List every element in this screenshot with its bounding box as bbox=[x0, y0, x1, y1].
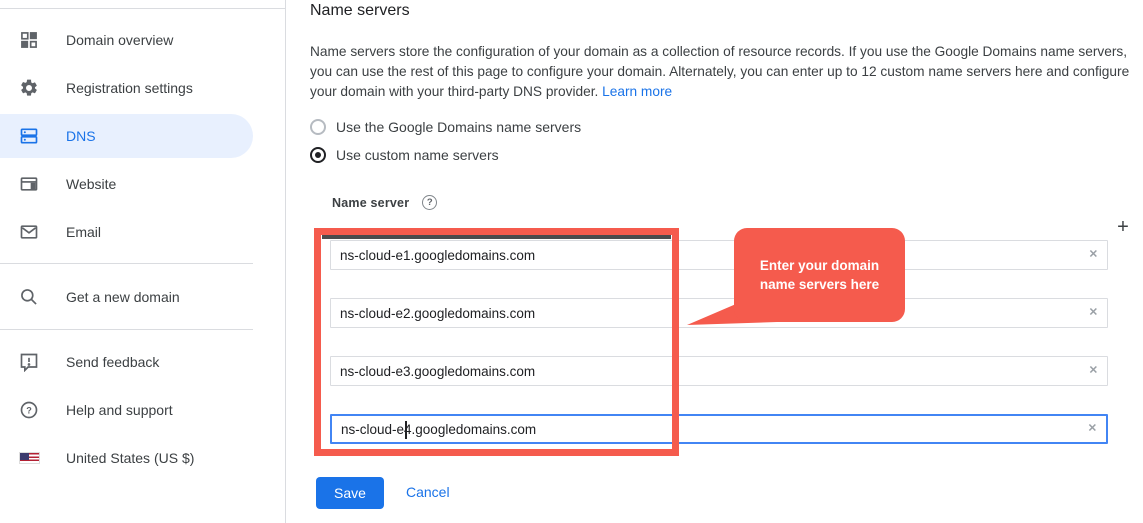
sidebar-item-label: United States (US $) bbox=[66, 450, 194, 466]
domain-overview-icon bbox=[18, 29, 40, 51]
sidebar-nav: Domain overview Registration settings DNS W… bbox=[0, 0, 285, 523]
sidebar-item-registration-settings[interactable]: Registration settings bbox=[0, 66, 285, 110]
radio-google-name-servers[interactable]: Use the Google Domains name servers bbox=[310, 119, 581, 135]
radio-custom-name-servers[interactable]: Use custom name servers bbox=[310, 147, 499, 163]
dns-servers-icon bbox=[18, 125, 40, 147]
sidebar-top-divider bbox=[0, 8, 285, 9]
sidebar-divider bbox=[0, 263, 253, 264]
add-name-server-button[interactable]: + bbox=[1112, 215, 1134, 239]
page-title: Name servers bbox=[310, 2, 410, 20]
feedback-icon bbox=[18, 351, 40, 373]
save-button[interactable]: Save bbox=[316, 477, 384, 509]
name-server-input-3[interactable]: ns-cloud-e3.googledomains.com ✕ bbox=[330, 356, 1108, 386]
radio-circle-icon[interactable] bbox=[310, 119, 326, 135]
sidebar-item-label: Registration settings bbox=[66, 80, 193, 96]
clear-input-icon[interactable]: ✕ bbox=[1089, 250, 1098, 261]
main-content: Name servers Name servers store the conf… bbox=[286, 0, 1143, 523]
sidebar-divider bbox=[0, 329, 253, 330]
website-icon bbox=[18, 173, 40, 195]
name-server-input-1[interactable]: ns-cloud-e1.googledomains.com ✕ bbox=[330, 240, 1108, 270]
clear-input-icon[interactable]: ✕ bbox=[1089, 308, 1098, 319]
sidebar-item-send-feedback[interactable]: Send feedback bbox=[0, 340, 285, 384]
svg-text:?: ? bbox=[26, 405, 32, 415]
sidebar-item-label: DNS bbox=[66, 128, 96, 144]
sidebar-item-united-states-us-[interactable]: United States (US $) bbox=[0, 436, 285, 480]
sidebar-item-label: Domain overview bbox=[66, 32, 173, 48]
help-icon: ? bbox=[18, 399, 40, 421]
radio-label: Use custom name servers bbox=[336, 147, 499, 163]
text-cursor bbox=[405, 421, 407, 439]
us-flag-icon bbox=[18, 447, 40, 469]
cancel-button[interactable]: Cancel bbox=[406, 484, 450, 500]
sidebar-item-label: Send feedback bbox=[66, 354, 159, 370]
sidebar-item-label: Email bbox=[66, 224, 101, 240]
sidebar-item-label: Get a new domain bbox=[66, 289, 180, 305]
name-server-input-2[interactable]: ns-cloud-e2.googledomains.com ✕ bbox=[330, 298, 1108, 328]
description-text: Name servers store the configuration of … bbox=[310, 42, 1136, 102]
sidebar-item-label: Website bbox=[66, 176, 116, 192]
settings-gear-icon bbox=[18, 77, 40, 99]
sidebar-item-get-a-new-domain[interactable]: Get a new domain bbox=[0, 275, 285, 319]
description-body: Name servers store the configuration of … bbox=[310, 44, 1129, 99]
learn-more-link[interactable]: Learn more bbox=[602, 84, 672, 99]
sidebar-item-label: Help and support bbox=[66, 402, 173, 418]
clear-input-icon[interactable]: ✕ bbox=[1088, 424, 1097, 435]
sidebar-item-help-and-support[interactable]: ? Help and support bbox=[0, 388, 285, 432]
email-envelope-icon bbox=[18, 221, 40, 243]
name-server-field-header: Name server ? bbox=[332, 195, 437, 210]
google-domains-dns-page: Domain overview Registration settings DNS W… bbox=[0, 0, 1143, 523]
name-server-label: Name server bbox=[332, 196, 409, 210]
name-server-value: ns-cloud-e4.googledomains.com bbox=[341, 422, 536, 437]
name-server-input-4[interactable]: ns-cloud-e4.googledomains.com ✕ bbox=[330, 414, 1108, 444]
clear-input-icon[interactable]: ✕ bbox=[1089, 366, 1098, 377]
search-icon bbox=[18, 286, 40, 308]
radio-label: Use the Google Domains name servers bbox=[336, 119, 581, 135]
radio-circle-selected-icon[interactable] bbox=[310, 147, 326, 163]
name-server-value: ns-cloud-e1.googledomains.com bbox=[340, 248, 535, 263]
sidebar-item-email[interactable]: Email bbox=[0, 210, 285, 254]
name-server-value: ns-cloud-e3.googledomains.com bbox=[340, 364, 535, 379]
name-server-value: ns-cloud-e2.googledomains.com bbox=[340, 306, 535, 321]
help-question-icon[interactable]: ? bbox=[422, 195, 437, 210]
sidebar-item-website[interactable]: Website bbox=[0, 162, 285, 206]
sidebar-item-dns[interactable]: DNS bbox=[0, 114, 253, 158]
sidebar-item-domain-overview[interactable]: Domain overview bbox=[0, 18, 285, 62]
